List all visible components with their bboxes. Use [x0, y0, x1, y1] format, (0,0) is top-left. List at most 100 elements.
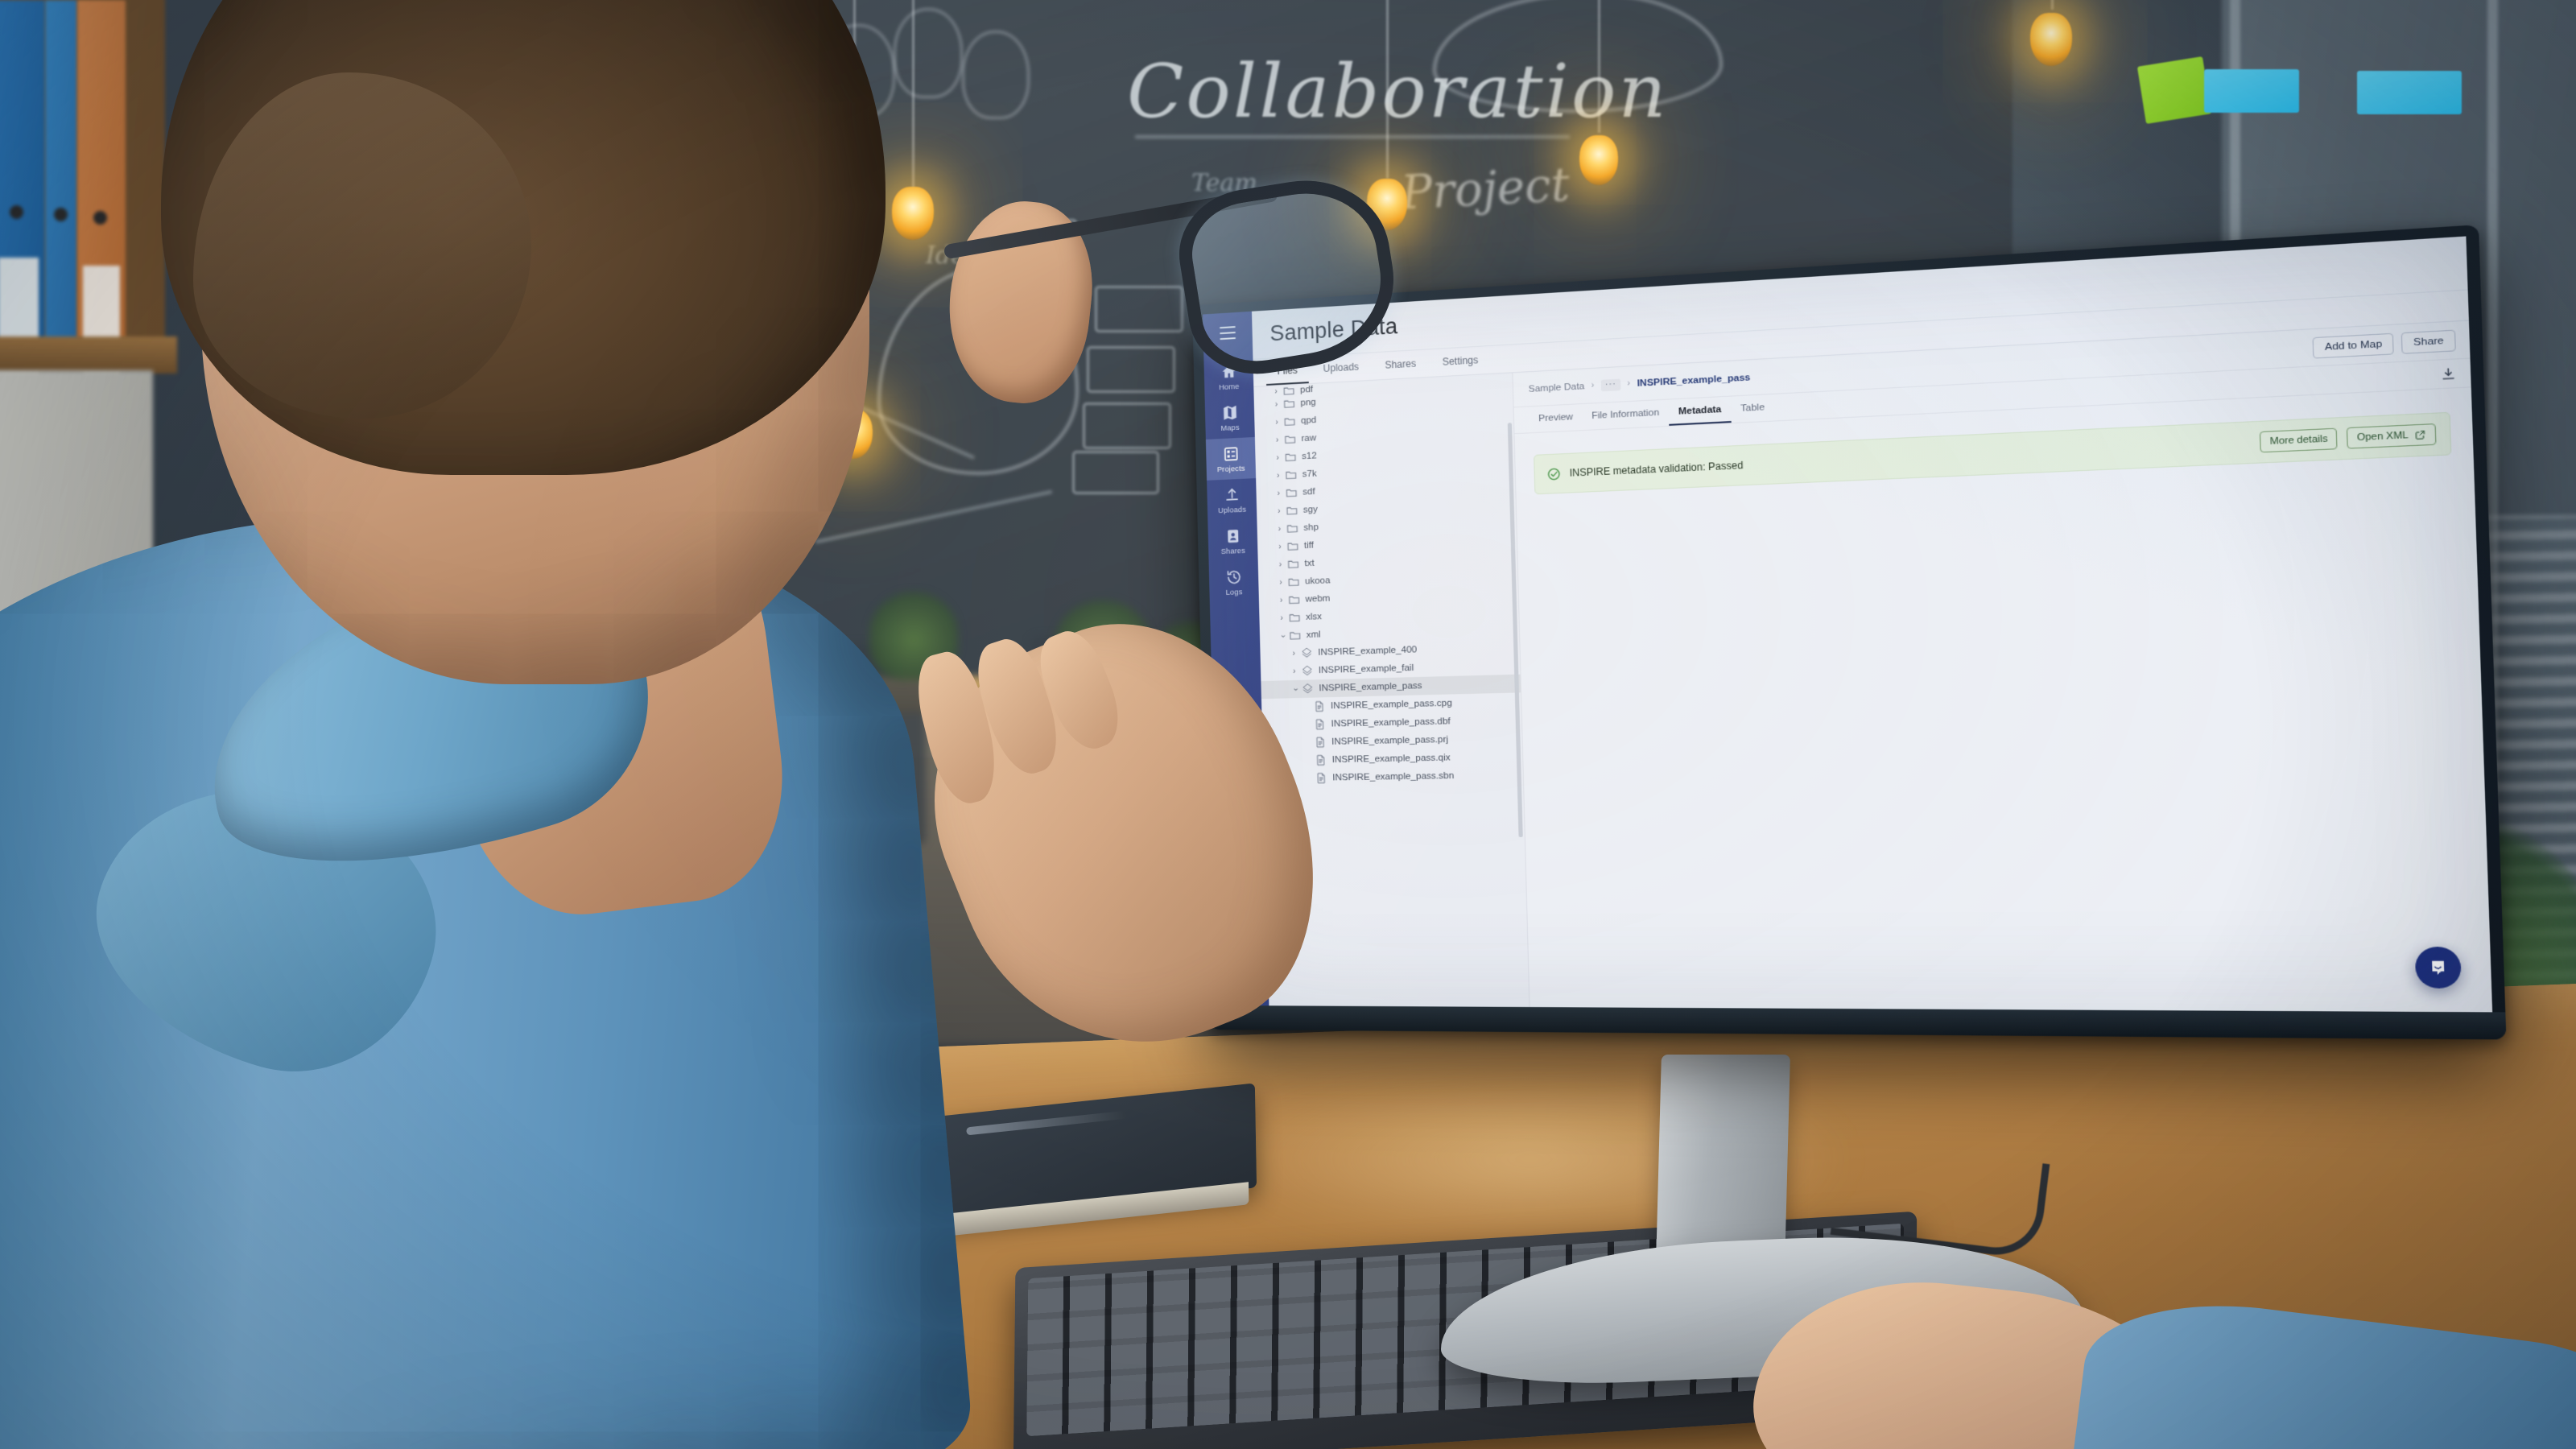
chalk-box-2: [1087, 346, 1175, 393]
breadcrumb-separator: ›: [1627, 378, 1631, 389]
tree-file-row[interactable]: INSPIRE_example_pass.sbn: [1263, 766, 1523, 788]
sticky-note-blue-1: [2204, 69, 2299, 113]
chat-support-button[interactable]: [2414, 947, 2462, 989]
folder-icon: [1287, 576, 1300, 589]
tree-row-label: s12: [1301, 451, 1317, 462]
metadata-pane: INSPIRE metadata validation: Passed More…: [1514, 387, 2492, 1012]
folder-icon: [1286, 539, 1299, 553]
chevron-right-icon[interactable]: ›: [1288, 667, 1301, 676]
person-hair: [161, 0, 886, 475]
lamp-cord-5: [2051, 0, 2054, 10]
folder-icon: [1286, 522, 1298, 535]
sidebar-item-label: Home: [1218, 382, 1240, 393]
breadcrumb-current: INSPIRE_example_pass: [1637, 372, 1751, 389]
chevron-right-icon[interactable]: ›: [1273, 524, 1286, 534]
tree-row-label: sgy: [1302, 504, 1318, 515]
binder-orange: [77, 0, 126, 386]
folder-icon: [1282, 397, 1295, 411]
chevron-right-icon[interactable]: ›: [1272, 489, 1285, 498]
tree-row-label: INSPIRE_example_pass.prj: [1331, 734, 1449, 747]
chevron-right-icon[interactable]: ›: [1270, 418, 1283, 427]
breadcrumb-separator: ›: [1591, 381, 1595, 390]
breadcrumb-ellipsis[interactable]: ···: [1600, 378, 1621, 391]
add-to-map-button[interactable]: Add to Map: [2313, 332, 2395, 359]
tree-row-label: png: [1300, 397, 1316, 408]
chevron-right-icon[interactable]: ›: [1274, 560, 1287, 570]
chevron-right-icon[interactable]: ›: [1271, 453, 1284, 463]
chalk-box-3: [1083, 402, 1171, 449]
tab-metadata[interactable]: Metadata: [1668, 396, 1732, 426]
tree-row-label: txt: [1304, 558, 1315, 569]
tree-row-label: ukooa: [1304, 576, 1331, 587]
app-window: Home Maps Projects Uploads Shares Logs F…: [1203, 236, 2493, 1013]
open-xml-label: Open XML: [2356, 430, 2409, 444]
monitor: Home Maps Projects Uploads Shares Logs F…: [1192, 225, 2507, 1040]
dataset-icon: [1300, 646, 1313, 660]
chevron-down-icon[interactable]: ›: [1278, 630, 1286, 642]
chevron-right-icon[interactable]: ›: [1269, 386, 1282, 396]
external-link-icon: [2414, 429, 2426, 440]
tree-row-label: xlsx: [1306, 612, 1323, 622]
tab-shares[interactable]: Shares: [1373, 349, 1428, 379]
folder-icon: [1286, 504, 1298, 518]
tab-settings[interactable]: Settings: [1430, 346, 1490, 377]
chevron-right-icon[interactable]: ›: [1272, 471, 1285, 481]
chevron-right-icon[interactable]: ›: [1271, 436, 1284, 445]
tab-preview[interactable]: Preview: [1529, 404, 1583, 432]
sidebar-item-logs[interactable]: Logs: [1209, 560, 1259, 603]
chevron-right-icon[interactable]: ›: [1274, 578, 1287, 588]
breadcrumb-root[interactable]: Sample Data: [1529, 381, 1585, 394]
folder-icon: [1286, 557, 1299, 571]
tree-row-label: INSPIRE_example_400: [1318, 645, 1418, 658]
more-details-button[interactable]: More details: [2260, 427, 2339, 453]
validation-message: INSPIRE metadata validation: Passed: [1569, 459, 1744, 479]
detail-panel: Sample Data › ··· › INSPIRE_example_pass…: [1513, 320, 2493, 1013]
tab-table[interactable]: Table: [1731, 394, 1775, 423]
check-circle-icon: [1546, 466, 1561, 481]
binder-blue: [0, 0, 45, 394]
tree-row-label: webm: [1305, 593, 1331, 605]
history-icon: [1225, 568, 1242, 586]
tab-file-information[interactable]: File Information: [1582, 400, 1669, 431]
chevron-right-icon[interactable]: ›: [1273, 506, 1286, 516]
download-icon[interactable]: [2440, 365, 2458, 382]
tree-row-label: INSPIRE_example_pass: [1319, 680, 1422, 694]
folder-icon: [1285, 486, 1298, 500]
tree-row-label: pdf: [1299, 384, 1314, 395]
chalk-box-5: [1072, 451, 1159, 494]
chevron-down-icon[interactable]: ›: [1290, 683, 1299, 696]
chalk-box-1: [1095, 286, 1183, 332]
chevron-right-icon[interactable]: ›: [1274, 542, 1286, 551]
sidebar-item-maps[interactable]: Maps: [1205, 396, 1255, 440]
folder-icon: [1285, 469, 1298, 482]
sidebar-item-shares[interactable]: Shares: [1208, 519, 1257, 562]
file-icon: [1313, 718, 1326, 732]
open-xml-button[interactable]: Open XML: [2347, 423, 2437, 449]
sidebar-item-label: Projects: [1216, 464, 1245, 475]
folder-icon: [1283, 415, 1296, 428]
dataset-icon: [1301, 664, 1314, 678]
tree-row-label: INSPIRE_example_pass.sbn: [1332, 770, 1455, 783]
shelf-plank: [0, 336, 177, 374]
chevron-right-icon[interactable]: ›: [1275, 596, 1288, 605]
tree-row-label: INSPIRE_example_pass.dbf: [1331, 716, 1451, 729]
tree-row-label: INSPIRE_example_pass.cpg: [1330, 698, 1452, 712]
lamp-bulb-4: [1579, 135, 1618, 185]
sidebar-item-projects[interactable]: Projects: [1205, 436, 1257, 481]
lamp-cord-4: [1598, 0, 1600, 133]
chevron-right-icon[interactable]: ›: [1275, 613, 1288, 623]
sidebar-item-label: Logs: [1225, 588, 1243, 597]
more-details-label: More details: [2269, 433, 2328, 448]
lamp-bulb-1: [892, 187, 934, 240]
share-button[interactable]: Share: [2401, 328, 2456, 354]
office-photo-scene: Collaboration Project Team Ideas: [0, 0, 2576, 1449]
projects-icon: [1222, 445, 1239, 463]
chevron-right-icon[interactable]: ›: [1287, 649, 1300, 658]
content-body: › pdf › png › qpd › raw › s12 › s7k › sdf › sgy › shp › tif…: [1253, 320, 2493, 1013]
lamp-cord-3: [1386, 0, 1389, 179]
chevron-right-icon[interactable]: ›: [1270, 399, 1283, 409]
tree-row-label: INSPIRE_example_fail: [1318, 663, 1414, 676]
sidebar-item-uploads[interactable]: Uploads: [1207, 478, 1257, 522]
breadcrumb: Sample Data › ··· › INSPIRE_example_pass: [1529, 371, 1751, 394]
lamp-bulb-5: [2030, 13, 2072, 66]
